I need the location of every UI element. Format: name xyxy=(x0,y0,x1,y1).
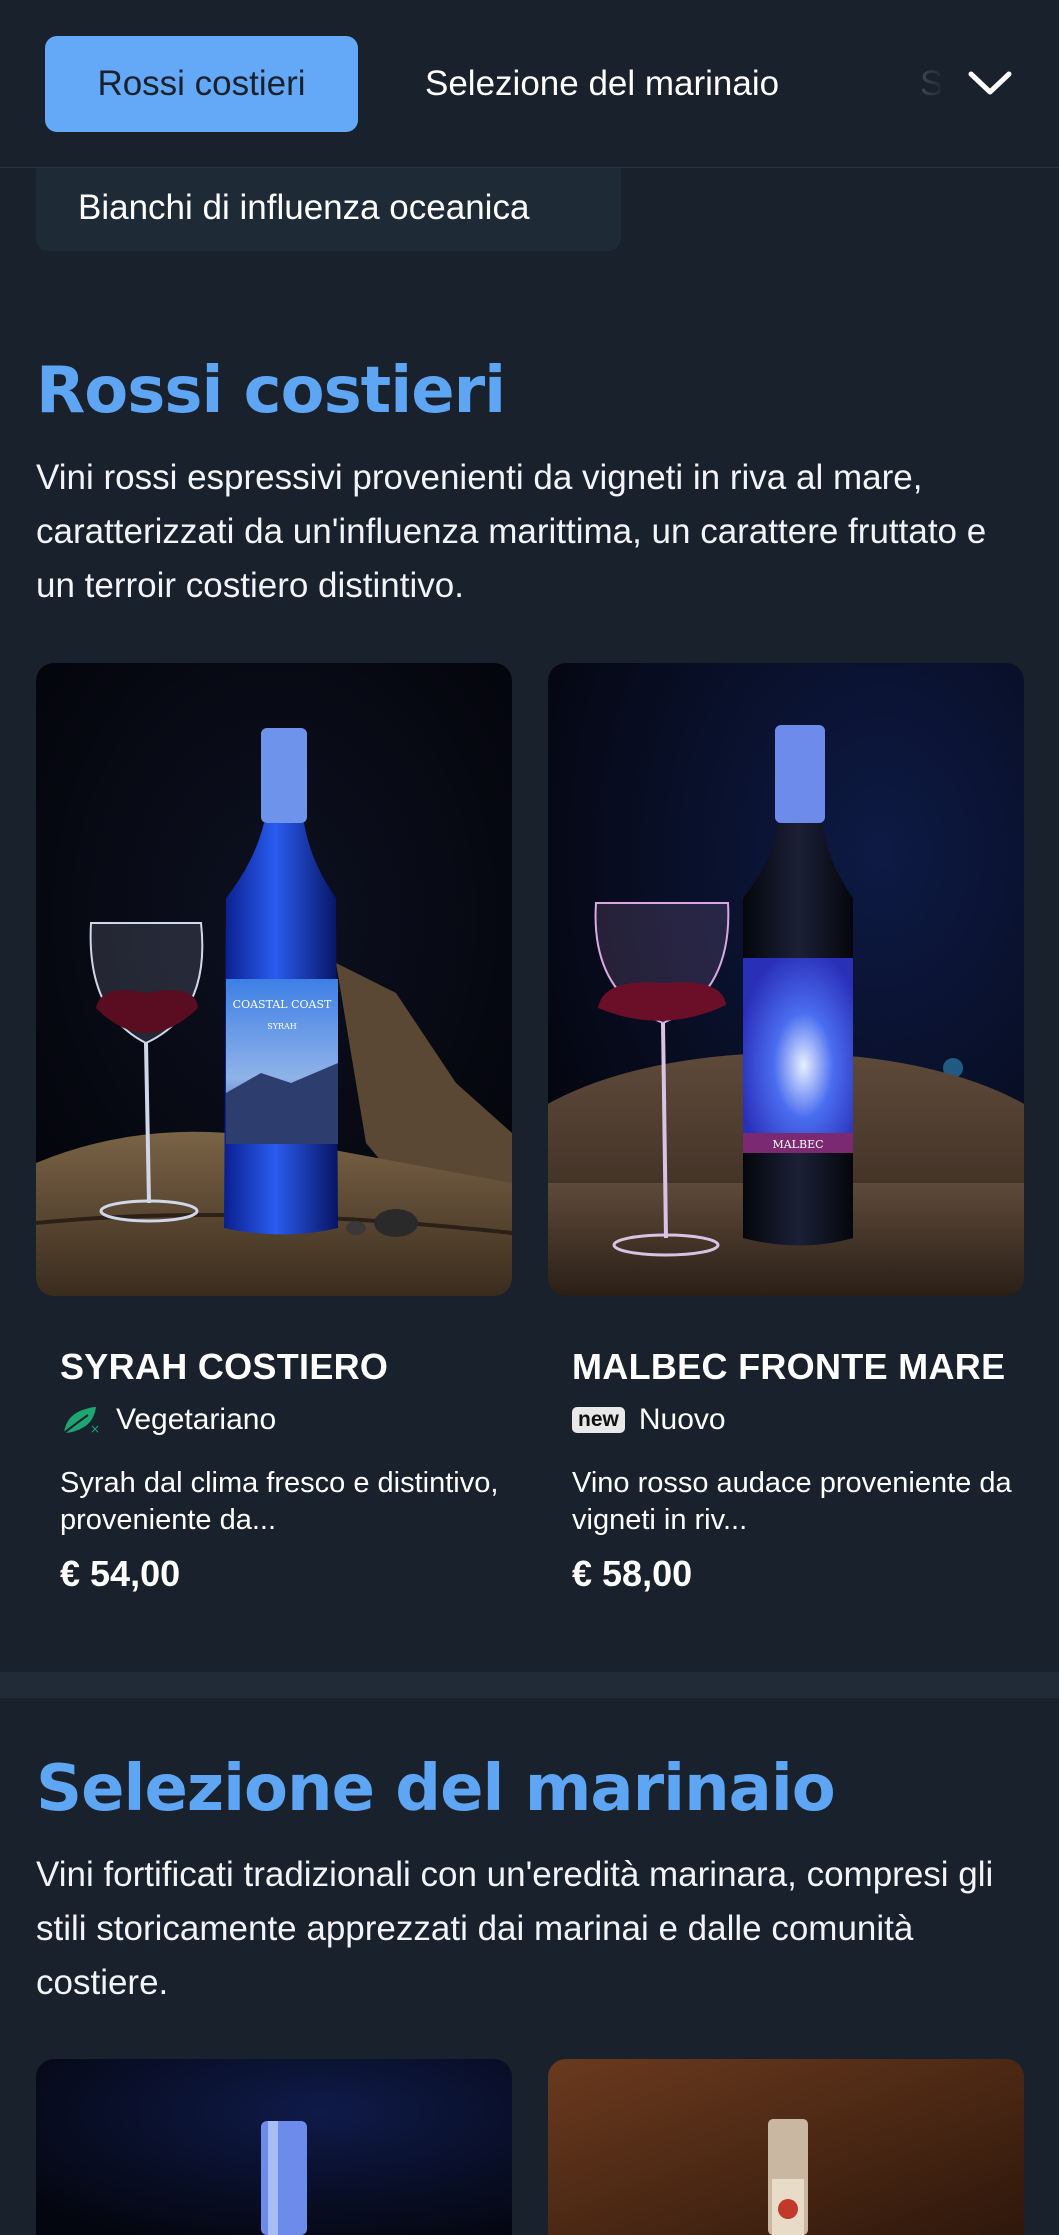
product-description: Syrah dal clima fresco e distintivo, pro… xyxy=(60,1467,499,1536)
product-image: COASTAL COAST SYRAH xyxy=(36,663,512,1296)
product-image: MALBEC xyxy=(548,663,1024,1296)
tab-selezione-del-marinaio[interactable]: Selezione del marinaio xyxy=(425,36,779,132)
vegetarian-leaf-icon: × xyxy=(60,1403,102,1437)
category-tab-bar: Rossi costieri Selezione del marinaio S xyxy=(0,0,1059,168)
svg-text:×: × xyxy=(90,1422,100,1436)
product-badge: × Vegetariano xyxy=(60,1403,276,1437)
product-price: € 58,00 xyxy=(572,1553,693,1594)
chevron-down-icon xyxy=(968,71,1012,95)
expand-tabs-button[interactable] xyxy=(955,48,1025,118)
product-description: Vino rosso audace proveniente da vigneti… xyxy=(572,1467,1012,1536)
section-description: Vini fortificati tradizionali con un'ere… xyxy=(36,1855,994,2002)
product-image xyxy=(36,2059,512,2235)
product-name: SYRAH COSTIERO xyxy=(60,1346,389,1387)
bottle-label-text: COASTAL COAST xyxy=(233,998,332,1011)
new-pill: new xyxy=(572,1407,625,1433)
section-title: Selezione del marinaio xyxy=(36,1752,836,1826)
product-card[interactable] xyxy=(548,2059,1024,2235)
product-image xyxy=(548,2059,1024,2235)
section-description: Vini rossi espressivi provenienti da vig… xyxy=(36,458,987,605)
product-price: € 54,00 xyxy=(60,1553,181,1594)
section-divider xyxy=(0,1672,1059,1698)
tab-rossi-costieri[interactable]: Rossi costieri xyxy=(45,36,358,132)
product-card[interactable]: MALBEC MALBEC FRONTE MARE new Nuovo Vino… xyxy=(548,663,1024,1623)
tab-label: Rossi costieri xyxy=(97,64,306,103)
badge-label: Vegetariano xyxy=(116,1403,277,1436)
badge-label: Nuovo xyxy=(638,1403,726,1436)
tab-bianchi-influenza-oceanica[interactable]: Bianchi di influenza oceanica xyxy=(36,165,621,251)
product-name: MALBEC FRONTE MARE xyxy=(572,1346,1006,1387)
product-card[interactable] xyxy=(36,2059,512,2235)
new-badge-icon: new xyxy=(572,1407,625,1433)
product-badge: new Nuovo xyxy=(572,1403,726,1437)
tab-label: Bianchi di influenza oceanica xyxy=(78,188,530,227)
bottle-label-text: SYRAH xyxy=(267,1022,297,1031)
section-title: Rossi costieri xyxy=(36,354,506,428)
tab-label: Selezione del marinaio xyxy=(425,64,780,103)
bottle-label-text: MALBEC xyxy=(772,1138,823,1151)
product-card[interactable]: COASTAL COAST SYRAH SYRAH COSTIERO × Veg… xyxy=(36,663,512,1623)
